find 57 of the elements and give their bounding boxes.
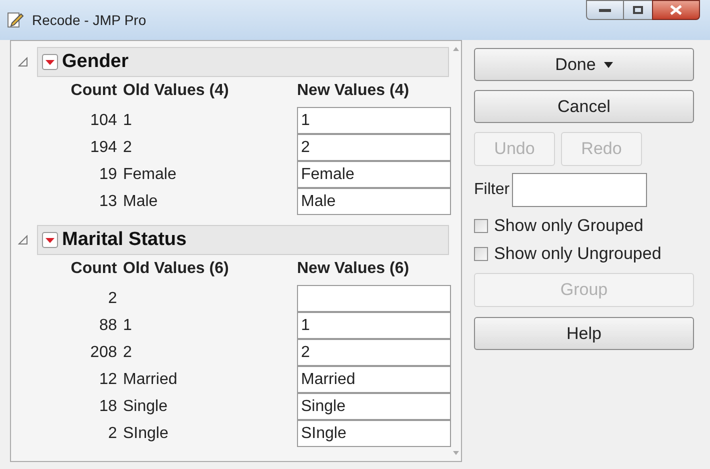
- minimize-button[interactable]: [586, 0, 624, 20]
- new-value-field[interactable]: Male: [297, 188, 451, 215]
- scroll-up-icon[interactable]: [453, 47, 459, 51]
- column-header: New Values (4): [297, 81, 410, 101]
- old-value-cell-text: SIngle: [123, 424, 168, 444]
- expanded-triangle-icon[interactable]: [18, 235, 28, 245]
- new-value-field[interactable]: 1: [297, 312, 451, 339]
- maximize-button[interactable]: [624, 0, 652, 20]
- close-icon: [670, 5, 682, 15]
- count-cell-text: 13: [98, 192, 117, 212]
- new-value-field[interactable]: 1: [297, 107, 451, 134]
- count-cell-text: 12: [98, 370, 117, 390]
- push-button[interactable]: Cancel: [474, 90, 694, 123]
- count-cell-text: 208: [89, 342, 117, 362]
- filter-field[interactable]: [512, 173, 647, 207]
- old-value-cell-text: 1: [123, 110, 132, 130]
- column-header: Count: [70, 81, 117, 101]
- window-title: Recode - JMP Pro: [32, 10, 146, 30]
- done-button[interactable]: Done: [474, 48, 694, 81]
- old-value-cell-text: 2: [123, 342, 132, 362]
- count-cell-text: 194: [89, 138, 117, 158]
- count-cell-text: 88: [98, 316, 117, 336]
- count-cell-text: 104: [89, 110, 117, 130]
- new-value-field[interactable]: Single: [297, 393, 451, 420]
- checkbox[interactable]: [474, 219, 488, 233]
- checkbox[interactable]: [474, 247, 488, 261]
- pencil-document-icon: [6, 11, 24, 29]
- close-button[interactable]: [652, 0, 700, 20]
- checkbox-label: Show only Ungrouped: [494, 243, 662, 266]
- expanded-triangle-icon[interactable]: [18, 57, 28, 67]
- group-title: Marital Status: [62, 228, 187, 252]
- scroll-down-icon[interactable]: [453, 451, 459, 455]
- old-value-cell-text: 1: [123, 316, 132, 336]
- column-header: Old Values (6): [123, 259, 230, 279]
- old-value-cell-text: Single: [123, 396, 168, 416]
- old-value-cell-text: Male: [123, 192, 158, 212]
- checkbox-label: Show only Grouped: [494, 215, 644, 238]
- new-value-field[interactable]: 2: [297, 339, 451, 366]
- count-cell-text: 18: [98, 396, 117, 416]
- new-value-field[interactable]: SIngle: [297, 420, 451, 447]
- new-value-field[interactable]: 2: [297, 134, 451, 161]
- count-cell-text: 2: [107, 288, 117, 308]
- column-header: New Values (6): [297, 259, 410, 279]
- new-value-field[interactable]: Married: [297, 366, 451, 393]
- filter-label: Filter: [474, 180, 510, 200]
- count-cell-text: 19: [98, 164, 117, 184]
- column-header: Count: [70, 259, 117, 279]
- group-title: Gender: [62, 50, 129, 74]
- column-header: Old Values (4): [123, 81, 230, 101]
- count-cell-text: 2: [107, 424, 117, 444]
- new-value-field[interactable]: Female: [297, 161, 451, 188]
- old-value-cell-text: Female: [123, 164, 176, 184]
- new-value-field[interactable]: [297, 285, 451, 312]
- caret-icon: [604, 62, 613, 68]
- old-value-cell-text: 2: [123, 138, 132, 158]
- push-button[interactable]: Help: [474, 317, 694, 350]
- old-value-cell-text: Married: [123, 370, 178, 390]
